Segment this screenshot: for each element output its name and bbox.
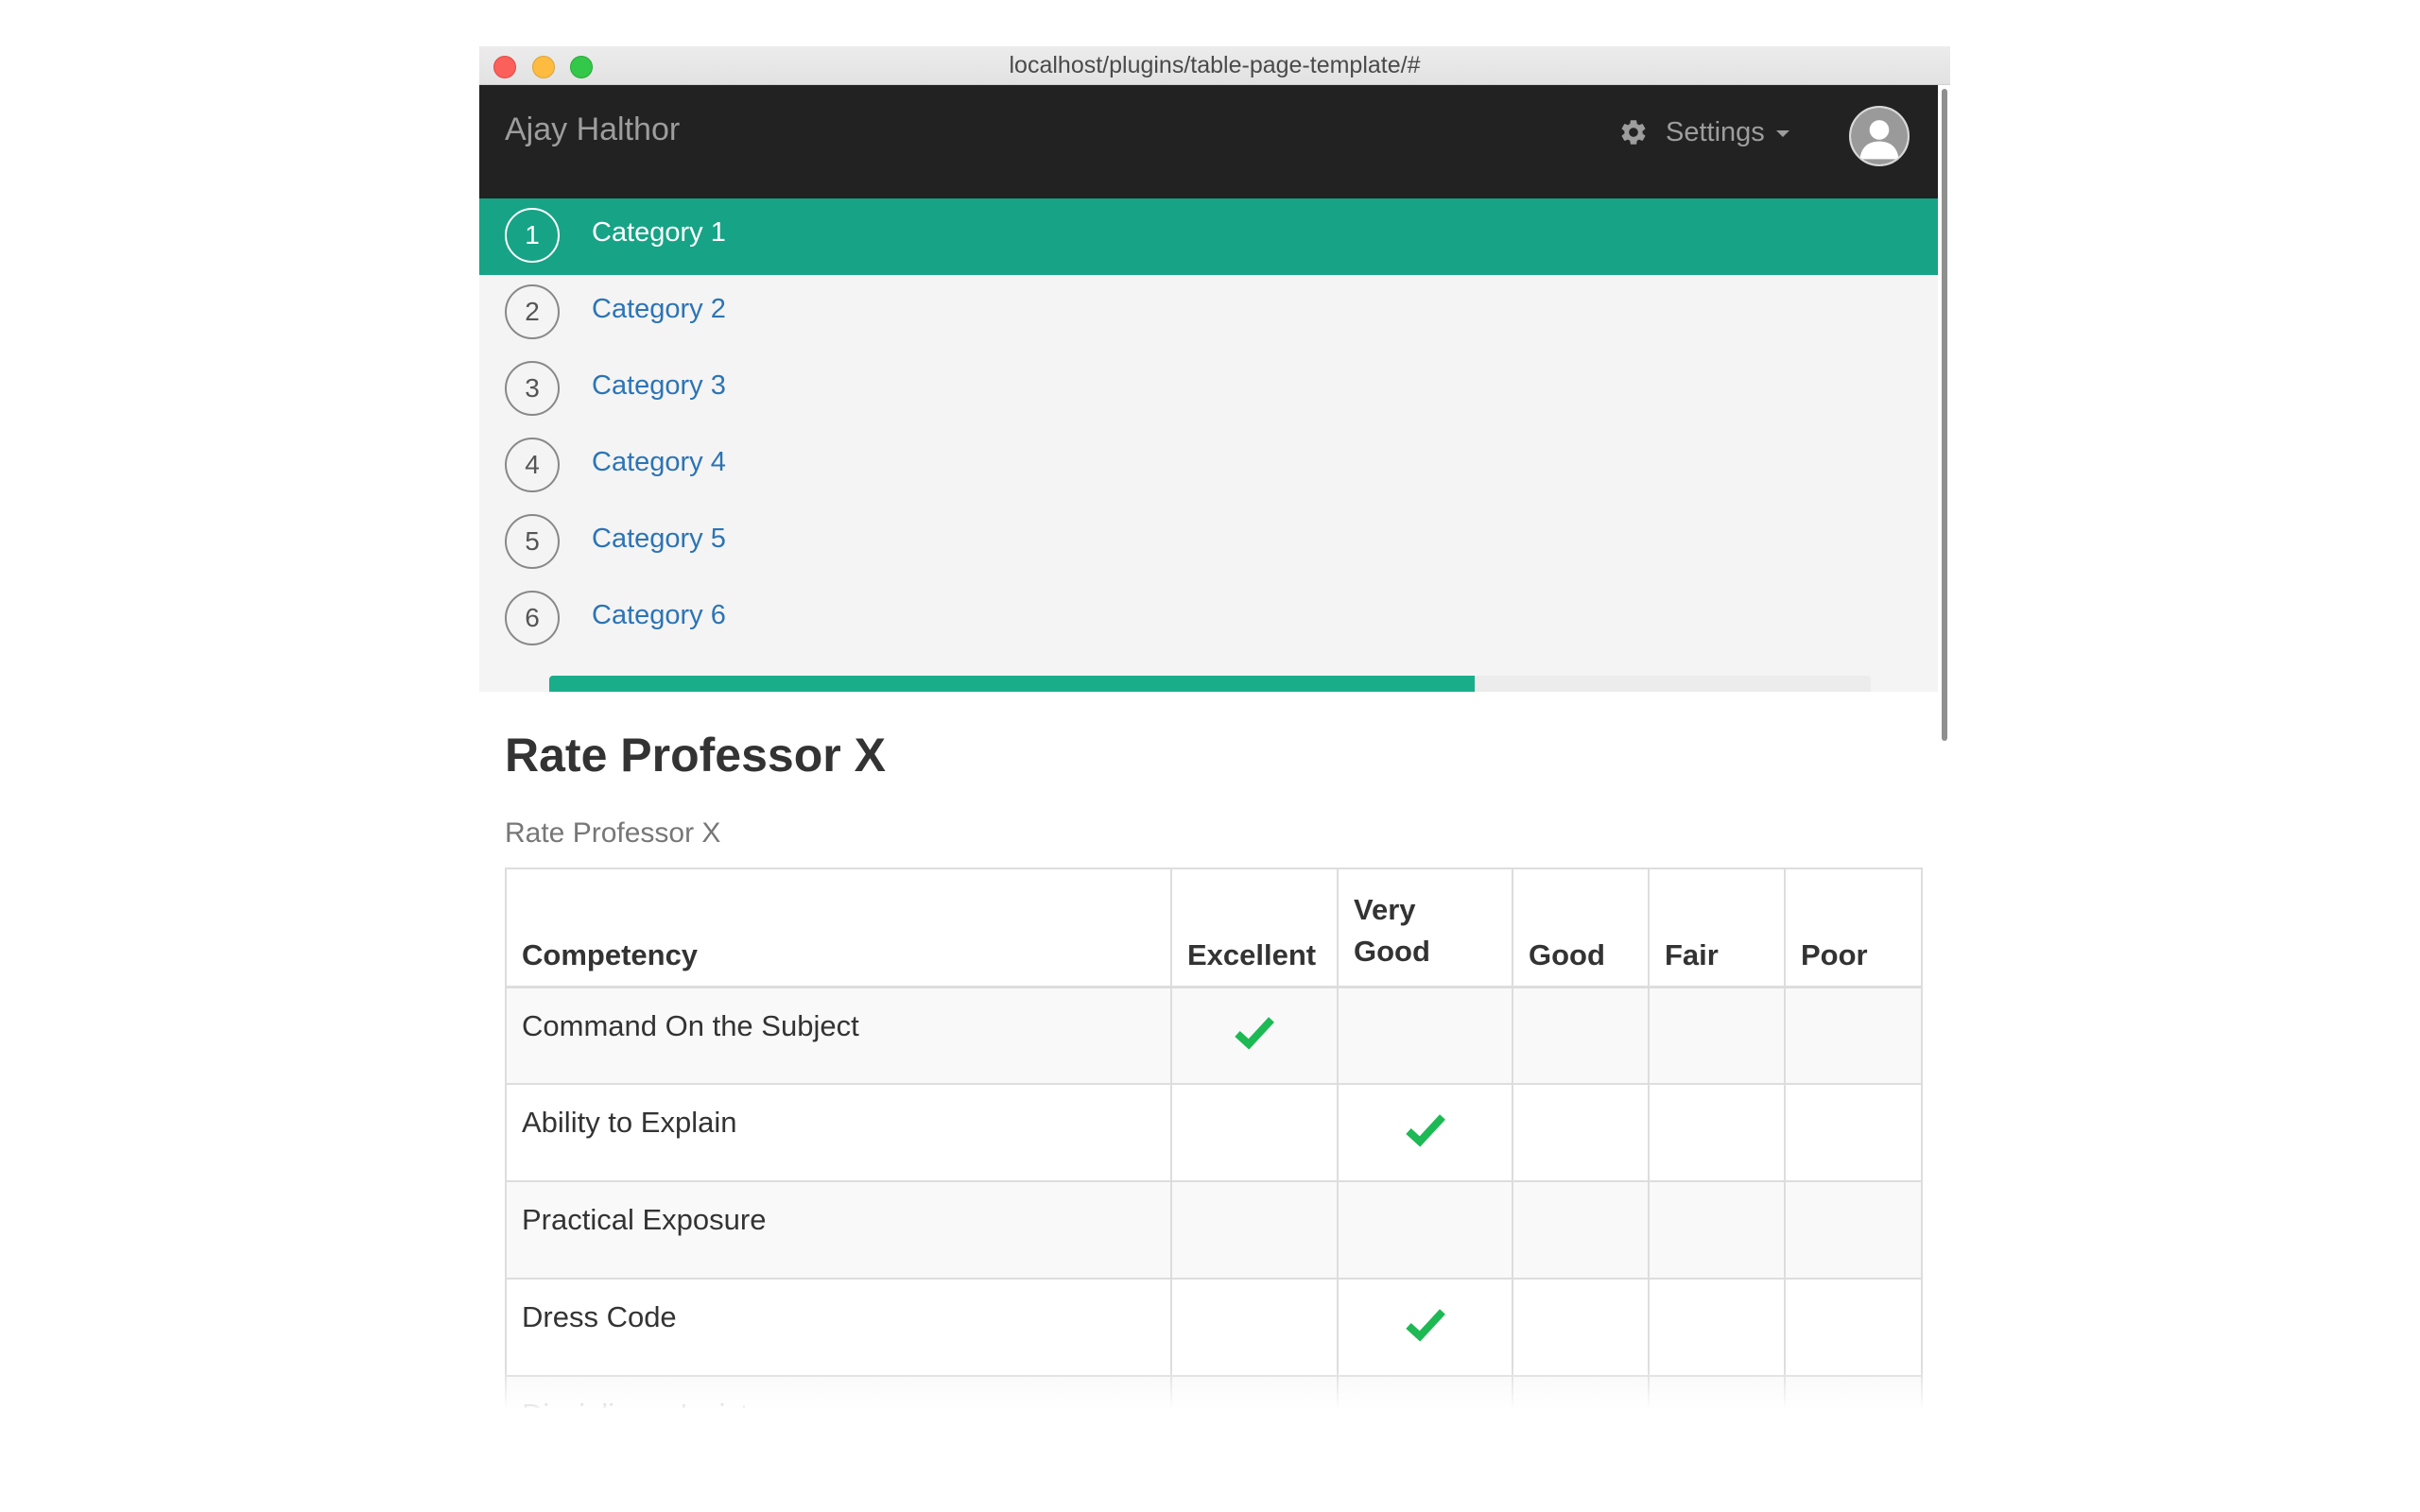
rating-cell-very-good[interactable]	[1337, 1180, 1513, 1280]
table-row: Dress Code	[505, 1278, 1923, 1377]
step-number: 4	[505, 438, 560, 492]
table-row: Ability to Explain	[505, 1083, 1923, 1182]
rating-cell-good[interactable]	[1512, 1083, 1650, 1182]
step-label[interactable]: Category 4	[592, 447, 726, 478]
rating-cell-poor[interactable]	[1784, 1278, 1923, 1377]
caret-down-icon	[1775, 130, 1789, 137]
rating-table: Competency Excellent Very Good Good Fair…	[505, 868, 1923, 1408]
navbar: Ajay Halthor Settings	[479, 85, 1938, 198]
rating-cell-excellent[interactable]	[1170, 986, 1339, 1085]
scrollbar[interactable]	[1942, 89, 1947, 741]
table-row: Command On the Subject	[505, 986, 1923, 1085]
step-category-1[interactable]: 1 Category 1	[479, 198, 1938, 275]
page-viewport: Ajay Halthor Settings 1 Category 1 2 Cat…	[479, 85, 1950, 1408]
bottom-fade	[479, 1368, 1950, 1408]
settings-label: Settings	[1666, 116, 1765, 147]
rating-cell-fair[interactable]	[1648, 1180, 1786, 1280]
step-number: 6	[505, 591, 560, 645]
step-category-3[interactable]: 3 Category 3	[479, 352, 1938, 428]
table-row: Practical Exposure	[505, 1180, 1923, 1280]
step-number: 3	[505, 361, 560, 416]
rating-cell-poor[interactable]	[1784, 1083, 1923, 1182]
rating-cell-fair[interactable]	[1648, 986, 1786, 1085]
step-label[interactable]: Category 2	[592, 294, 726, 325]
column-header-very-good: Very Good	[1337, 868, 1513, 988]
competency-cell: Command On the Subject	[505, 986, 1172, 1085]
category-steps: 1 Category 1 2 Category 2 3 Category 3 4…	[479, 198, 1938, 692]
table-header-row: Competency Excellent Very Good Good Fair…	[505, 868, 1923, 988]
column-header-excellent: Excellent	[1170, 868, 1339, 988]
progress-bar-fill	[549, 676, 1475, 692]
title-bar: localhost/plugins/table-page-template/#	[479, 46, 1950, 85]
step-label[interactable]: Category 3	[592, 370, 726, 402]
settings-dropdown[interactable]: Settings	[1618, 113, 1789, 151]
column-header-competency: Competency	[505, 868, 1172, 988]
rating-cell-fair[interactable]	[1648, 1083, 1786, 1182]
page-subtitle: Rate Professor X	[505, 817, 721, 849]
rating-cell-very-good[interactable]	[1337, 986, 1513, 1085]
rating-cell-excellent[interactable]	[1170, 1180, 1339, 1280]
competency-cell: Ability to Explain	[505, 1083, 1172, 1182]
column-header-fair: Fair	[1648, 868, 1786, 988]
page-title: Rate Professor X	[505, 729, 886, 782]
rating-cell-excellent[interactable]	[1170, 1278, 1339, 1377]
rating-cell-good[interactable]	[1512, 1180, 1650, 1280]
step-category-2[interactable]: 2 Category 2	[479, 275, 1938, 352]
step-number: 2	[505, 284, 560, 339]
user-avatar-icon[interactable]	[1849, 106, 1910, 166]
step-number: 5	[505, 514, 560, 569]
navbar-brand[interactable]: Ajay Halthor	[505, 112, 680, 148]
address-bar[interactable]: localhost/plugins/table-page-template/#	[479, 52, 1950, 79]
checkmark-icon	[1405, 1113, 1445, 1147]
competency-cell: Dress Code	[505, 1278, 1172, 1377]
competency-cell: Practical Exposure	[505, 1180, 1172, 1280]
checkmark-icon	[1235, 1017, 1274, 1050]
step-number: 1	[505, 208, 560, 263]
checkmark-icon	[1405, 1308, 1445, 1342]
rating-cell-good[interactable]	[1512, 1278, 1650, 1377]
progress-bar	[549, 676, 1871, 692]
rating-cell-fair[interactable]	[1648, 1278, 1786, 1377]
step-label[interactable]: Category 5	[592, 524, 726, 555]
rating-cell-very-good[interactable]	[1337, 1083, 1513, 1182]
gear-icon	[1621, 120, 1646, 145]
step-category-6[interactable]: 6 Category 6	[479, 581, 1938, 658]
step-category-5[interactable]: 5 Category 5	[479, 505, 1938, 581]
rating-cell-excellent[interactable]	[1170, 1083, 1339, 1182]
column-header-good: Good	[1512, 868, 1650, 988]
rating-cell-poor[interactable]	[1784, 986, 1923, 1085]
column-header-very-good-label: Very Good	[1354, 892, 1430, 968]
step-label[interactable]: Category 1	[592, 217, 726, 249]
rating-cell-good[interactable]	[1512, 986, 1650, 1085]
browser-window: localhost/plugins/table-page-template/# …	[479, 46, 1950, 1408]
avatar-silhouette	[1851, 108, 1908, 164]
rating-cell-very-good[interactable]	[1337, 1278, 1513, 1377]
step-label[interactable]: Category 6	[592, 600, 726, 631]
step-category-4[interactable]: 4 Category 4	[479, 428, 1938, 505]
rating-cell-poor[interactable]	[1784, 1180, 1923, 1280]
column-header-poor: Poor	[1784, 868, 1923, 988]
